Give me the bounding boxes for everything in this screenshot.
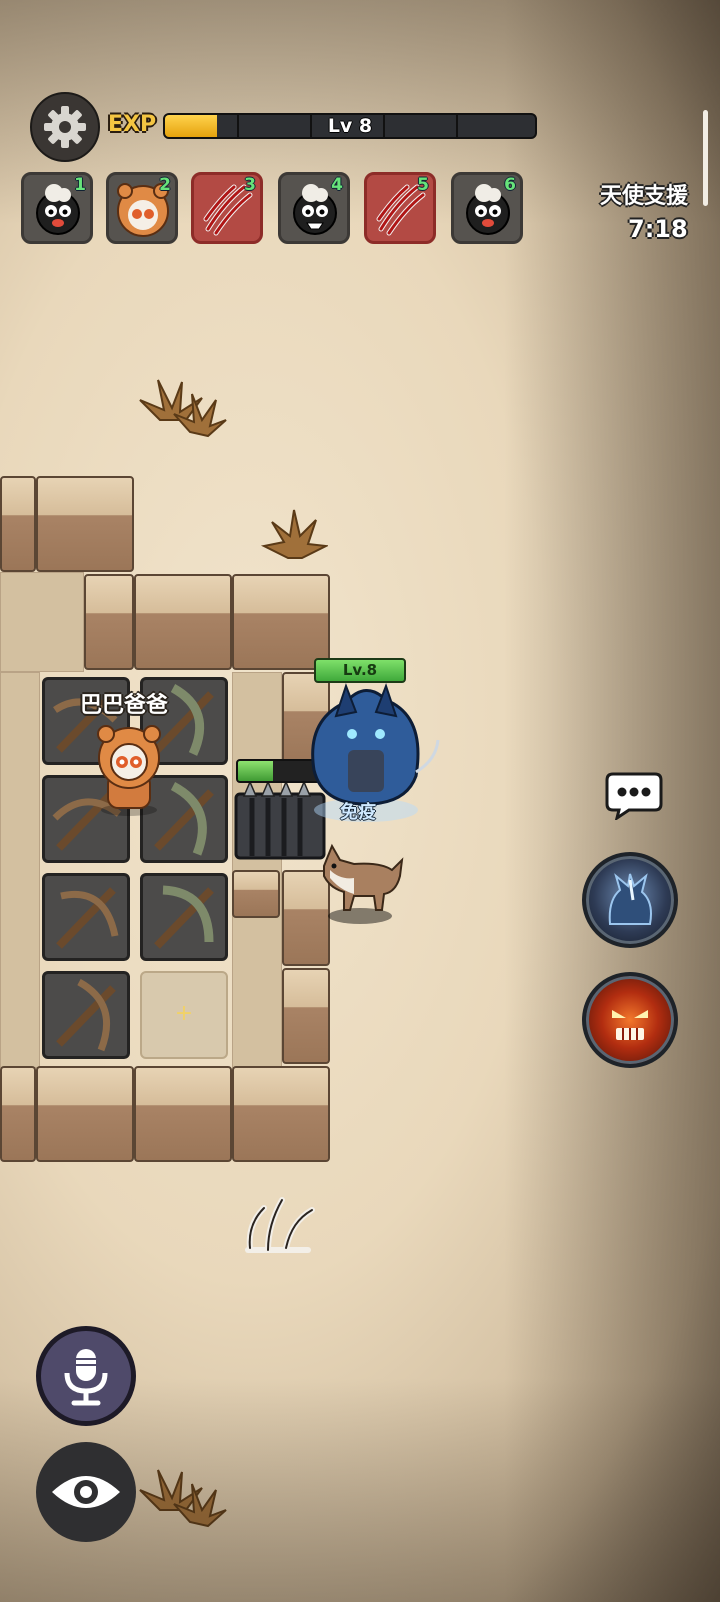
dry-bush-decoration — [139, 1469, 227, 1528]
scroll-indicator — [703, 110, 708, 206]
team-slot-5[interactable]: 5 — [364, 172, 436, 244]
werewolf-skill-button[interactable] — [582, 852, 678, 948]
stone-wall-block — [282, 968, 330, 1064]
crossbow-turret[interactable] — [42, 971, 130, 1059]
enemy-level-tag: Lv.8 — [314, 658, 406, 683]
stone-wall-block — [0, 476, 36, 572]
rage-skill-button[interactable] — [582, 972, 678, 1068]
base-owner-name: 巴巴爸爸 — [80, 693, 169, 718]
crossbow-turret[interactable] — [140, 873, 228, 961]
stone-wall-block — [232, 870, 280, 918]
tiger-hood-sheep-character[interactable] — [84, 722, 174, 818]
slot-number: 6 — [504, 175, 516, 195]
team-slot-1[interactable]: 1 — [21, 172, 93, 244]
stone-wall-block — [84, 574, 134, 670]
gear-icon — [44, 106, 86, 148]
slot-number: 4 — [331, 175, 343, 195]
angel-support-timer: 7:18 — [628, 215, 688, 243]
skeleton-claw-decoration — [245, 1197, 315, 1253]
exp-progress-bar: Lv 8 — [163, 113, 537, 139]
team-slot-4[interactable]: 4 — [278, 172, 350, 244]
stone-wall-block — [232, 1066, 330, 1162]
stone-wall-block — [134, 1066, 232, 1162]
exp-label: EXP — [108, 112, 157, 137]
stone-wall-block — [0, 1066, 36, 1162]
empty-build-slot[interactable]: + — [140, 971, 228, 1059]
base-floor — [0, 672, 40, 1068]
dry-bush-decoration — [260, 509, 328, 559]
slot-number: 3 — [244, 175, 256, 195]
base-floor — [0, 572, 84, 672]
beast-silhouette-icon — [608, 873, 652, 925]
stone-wall-block — [36, 1066, 134, 1162]
plus-icon: + — [174, 1001, 194, 1026]
immune-status-text: 免疫 — [340, 802, 376, 823]
crossbow-turret[interactable] — [42, 873, 130, 961]
team-slot-3[interactable]: 3 — [191, 172, 263, 244]
slot-number: 1 — [74, 175, 86, 195]
stone-wall-block — [36, 476, 134, 572]
stone-wall-block — [232, 574, 330, 670]
microphone-icon — [64, 1349, 108, 1406]
eye-icon — [52, 1476, 120, 1508]
husky-dog-character[interactable] — [310, 836, 410, 926]
level-text: Lv 8 — [327, 115, 373, 137]
slot-number: 5 — [417, 175, 429, 195]
chat-button[interactable] — [605, 770, 663, 820]
voice-chat-button[interactable] — [36, 1326, 136, 1426]
settings-button[interactable] — [30, 92, 100, 162]
stone-wall-block — [134, 574, 232, 670]
team-slot-6[interactable]: 6 — [451, 172, 523, 244]
dry-bush-decoration — [139, 379, 227, 438]
team-slot-2[interactable]: 2 — [106, 172, 178, 244]
angry-face-icon — [612, 1010, 648, 1040]
view-toggle-button[interactable] — [36, 1442, 136, 1542]
gate-hp-fill — [238, 761, 274, 781]
slot-number: 2 — [159, 175, 171, 195]
angel-support-label: 天使支援 — [600, 184, 689, 209]
